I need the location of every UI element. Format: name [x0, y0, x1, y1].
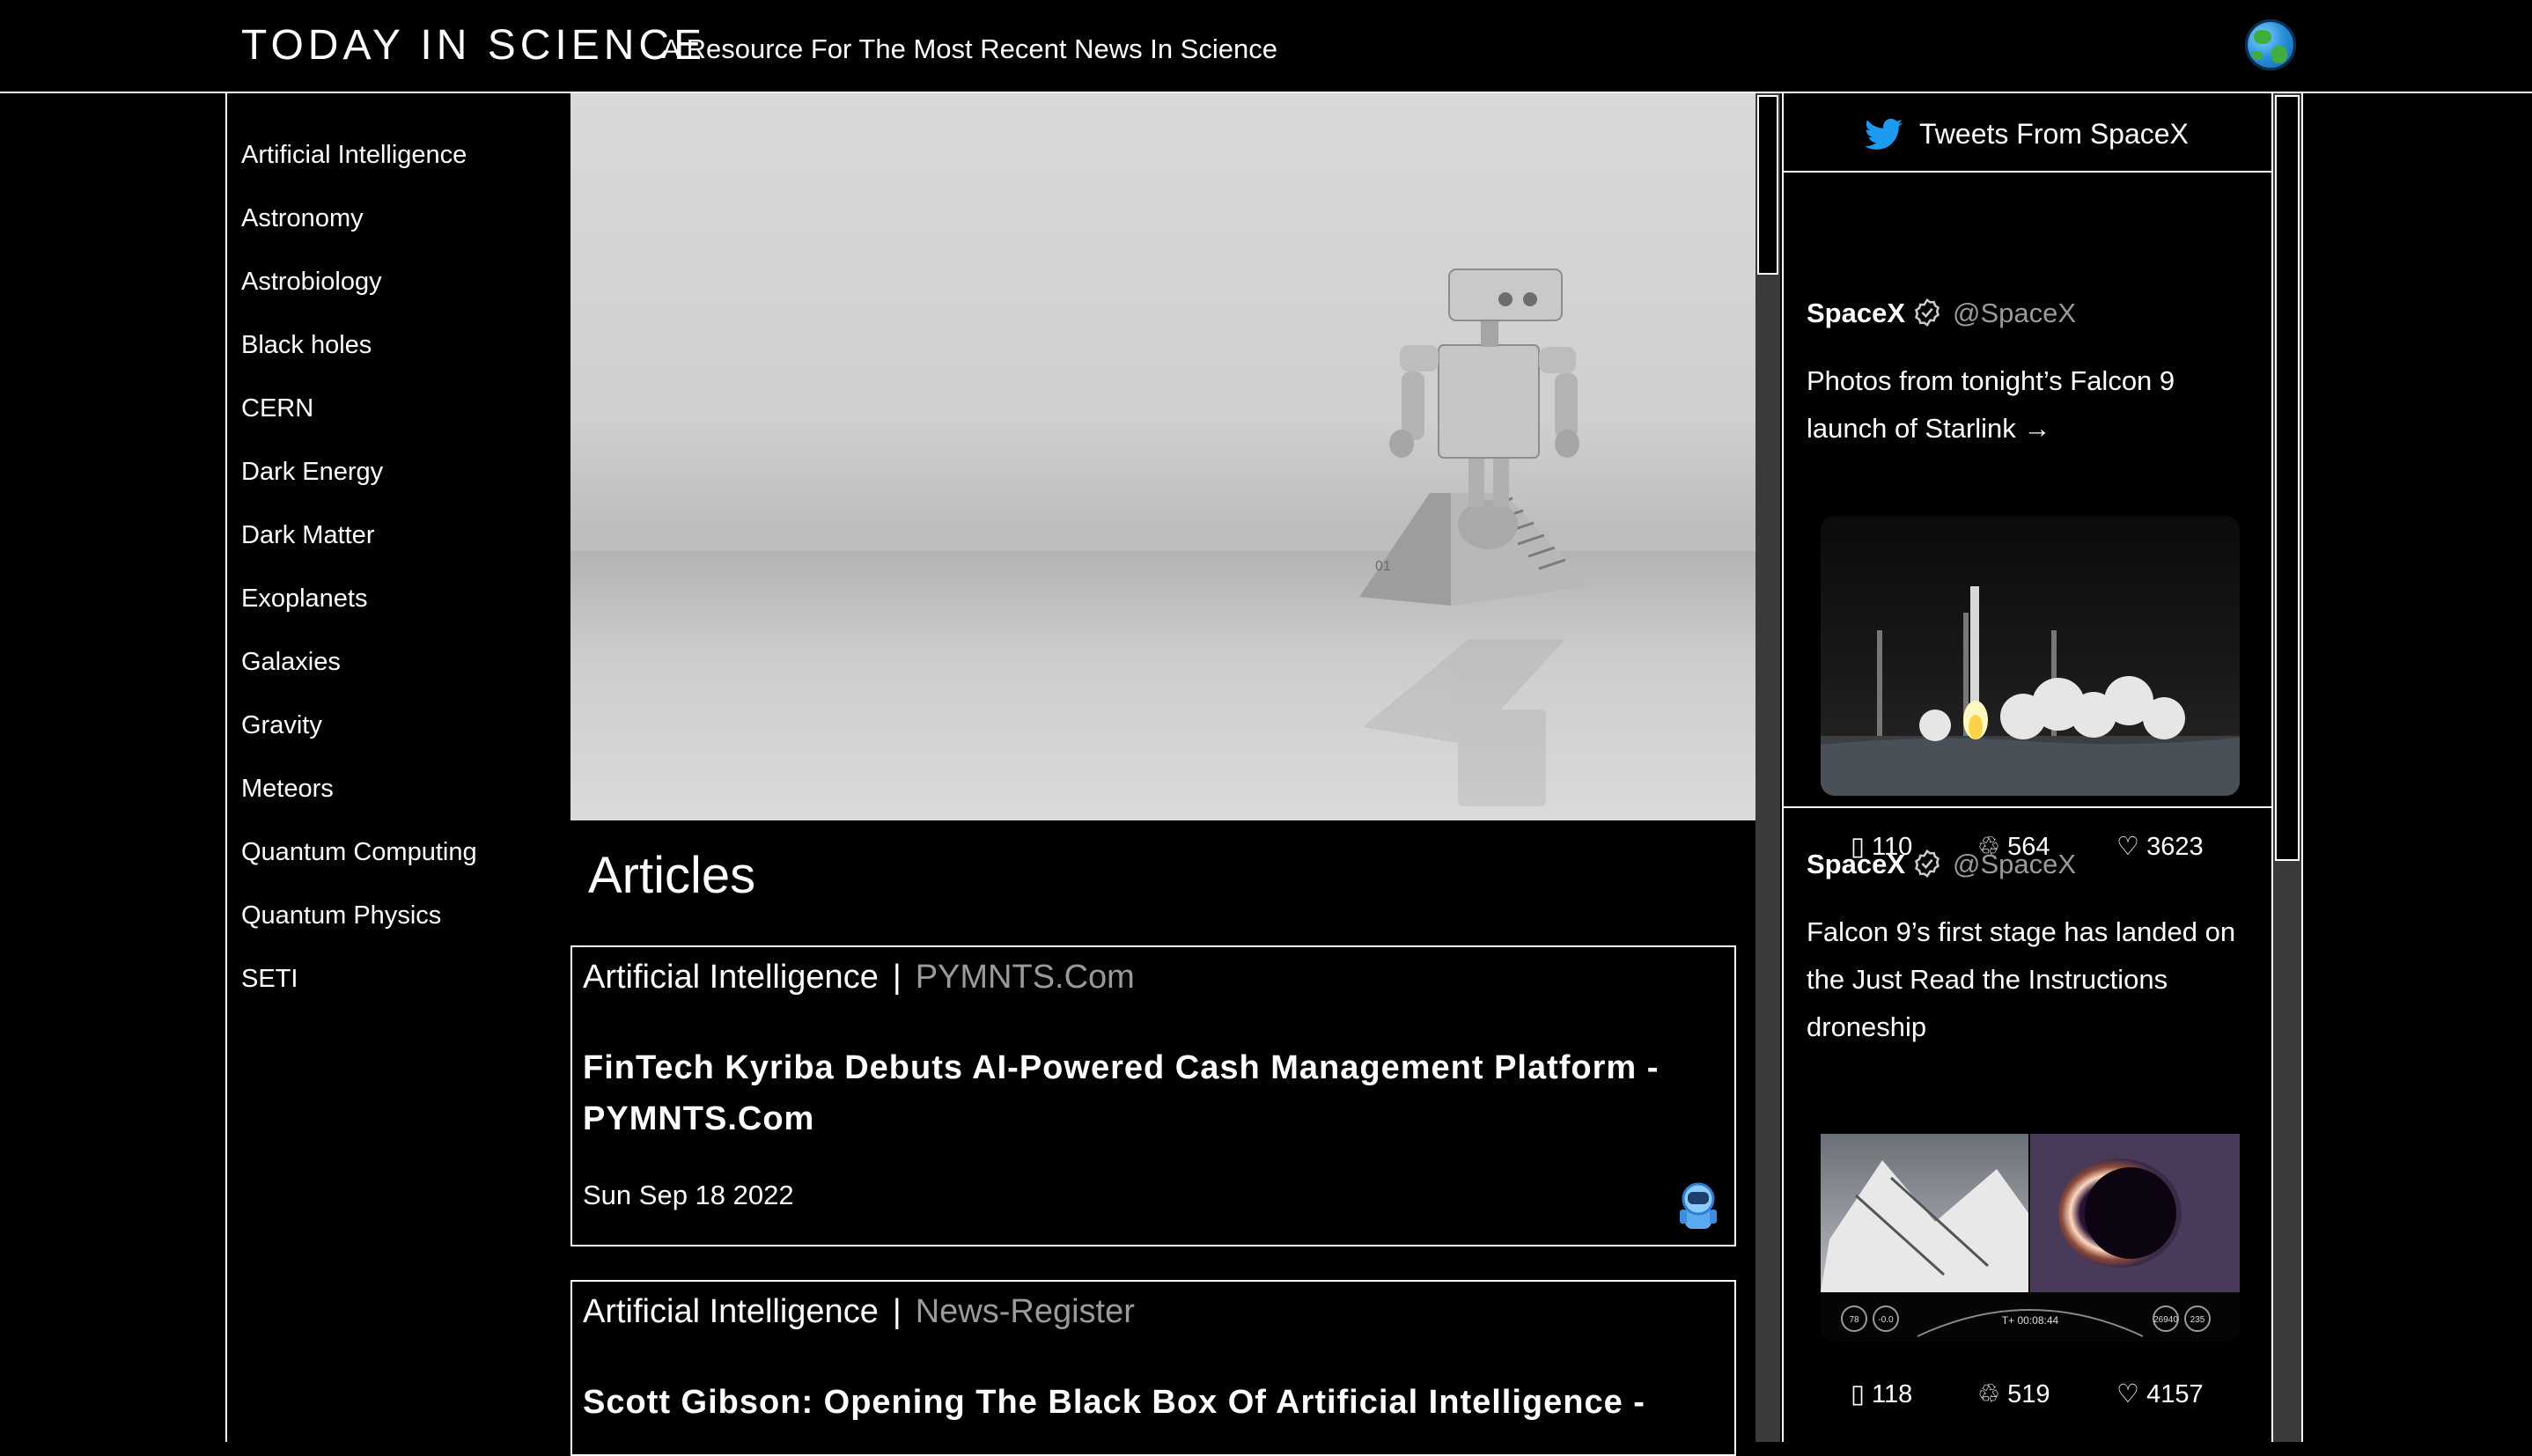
article-title[interactable]: Scott Gibson: Opening The Black Box Of A… [583, 1377, 1710, 1428]
retweet-count: 519 [2007, 1380, 2050, 1408]
meta-separator: | [892, 1293, 902, 1330]
sidebar-item-meteors[interactable]: Meteors [241, 773, 334, 805]
twitter-header[interactable]: Tweets From SpaceX [1784, 93, 2271, 173]
site-title[interactable]: TODAY IN SCIENCE [241, 19, 706, 72]
telemetry-value: 78 [1849, 1315, 1859, 1325]
reply-icon: ▯ [1851, 1380, 1865, 1408]
article-title[interactable]: FinTech Kyriba Debuts AI-Powered Cash Ma… [583, 1042, 1710, 1144]
tweet-username[interactable]: SpaceX [1807, 296, 1905, 331]
like-stat[interactable]: ♡ 4157 [2116, 1375, 2204, 1414]
tweet-handle[interactable]: @SpaceX [1953, 296, 2076, 331]
tweet[interactable]: SpaceX @SpaceX Falcon 9’s first stage ha… [1784, 808, 2271, 1442]
article-card[interactable]: Artificial Intelligence | News-Register Sc… [570, 1280, 1736, 1456]
reply-count: 118 [1872, 1380, 1913, 1408]
tweet-stats: ▯ 118 ♲ 519 ♡ 4157 [1784, 1375, 2271, 1414]
tweet-launch-photo[interactable] [1821, 516, 2240, 796]
tweet-text: Photos from tonight’s Falcon 9 launch of… [1807, 365, 2175, 444]
site-tagline: A Resource For The Most Recent News In S… [662, 33, 1277, 64]
twitter-timeline-panel: Tweets From SpaceX SpaceX @SpaceX Photos… [1782, 93, 2273, 1442]
sidebar-item-quantum-physics[interactable]: Quantum Physics [241, 900, 441, 931]
articles-heading: Articles [588, 847, 756, 904]
telemetry-value: -0.0 [1878, 1315, 1894, 1325]
astronaut-icon [1680, 1182, 1717, 1229]
globe-icon[interactable] [2245, 19, 2296, 70]
sidebar-border-left [225, 93, 227, 1442]
robot-illustration: 01 [1359, 268, 1590, 806]
meta-separator: | [892, 959, 902, 996]
article-category[interactable]: Artificial Intelligence [583, 1293, 879, 1330]
article-meta: Artificial Intelligence | PYMNTS.Com [583, 956, 1135, 998]
like-count: 4157 [2146, 1380, 2204, 1408]
retweet-stat[interactable]: ♲ 519 [1977, 1375, 2050, 1414]
sidebar-item-exoplanets[interactable]: Exoplanets [241, 583, 368, 614]
sidebar-item-quantum-computing[interactable]: Quantum Computing [241, 836, 477, 868]
article-date: Sun Sep 18 2022 [583, 1180, 794, 1210]
sidebar-item-seti[interactable]: SETI [241, 963, 298, 995]
sidebar-item-galaxies[interactable]: Galaxies [241, 646, 341, 678]
tweet-username[interactable]: SpaceX [1807, 847, 1905, 882]
tweet-handle[interactable]: @SpaceX [1953, 847, 2076, 882]
article-card[interactable]: Artificial Intelligence | PYMNTS.Com FinTe… [570, 945, 1736, 1246]
article-meta: Artificial Intelligence | News-Register [583, 1291, 1135, 1333]
sidebar-item-dark-matter[interactable]: Dark Matter [241, 519, 374, 551]
verified-badge-icon [1915, 298, 1939, 327]
main-scrollbar-thumb[interactable] [1757, 95, 1778, 275]
robot-base-number: 01 [1375, 559, 1391, 574]
article-category[interactable]: Artificial Intelligence [583, 959, 879, 996]
sidebar-item-cern[interactable]: CERN [241, 393, 313, 424]
reply-stat[interactable]: ▯ 118 [1851, 1375, 1912, 1414]
tweet-text: Falcon 9’s first stage has landed on the… [1807, 916, 2236, 1042]
article-source[interactable]: News-Register [916, 1293, 1135, 1330]
sidebar-item-gravity[interactable]: Gravity [241, 710, 322, 741]
sidebar-item-dark-energy[interactable]: Dark Energy [241, 456, 383, 488]
site-header: TODAY IN SCIENCE A Resource For The Most… [0, 0, 2532, 93]
sidebar-item-artificial-intelligence[interactable]: Artificial Intelligence [241, 139, 467, 171]
telemetry-value: 26940 [2153, 1315, 2178, 1325]
sidebar-item-astrobiology[interactable]: Astrobiology [241, 266, 382, 298]
heart-icon: ♡ [2116, 1380, 2139, 1408]
twitter-bird-icon [1865, 118, 1903, 150]
verified-badge-icon [1915, 849, 1939, 879]
telemetry-value: 235 [2190, 1315, 2205, 1325]
sidebar-item-black-holes[interactable]: Black holes [241, 329, 372, 361]
tweet-landing-video[interactable]: 78 -0.0 T+ 00:08:44 26940 235 [1821, 1107, 2240, 1342]
article-source[interactable]: PYMNTS.Com [916, 959, 1135, 996]
twitter-header-title: Tweets From SpaceX [1919, 118, 2189, 150]
retweet-icon: ♲ [1977, 1380, 2000, 1408]
main-scrollbar-track[interactable] [1755, 93, 1780, 1442]
tweet[interactable]: SpaceX @SpaceX Photos from tonight’s Fal… [1784, 173, 2271, 861]
twitter-scrollbar-thumb[interactable] [2275, 95, 2300, 861]
sidebar-item-astronomy[interactable]: Astronomy [241, 202, 364, 234]
hero-robot-image: 01 [570, 93, 1755, 820]
telemetry-timer: T+ 00:08:44 [2002, 1314, 2059, 1327]
